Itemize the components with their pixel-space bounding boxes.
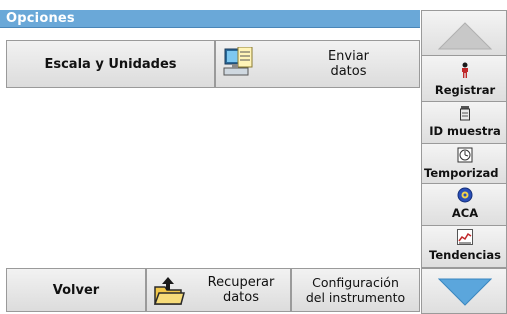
send-data-label: Enviar datos	[327, 49, 370, 79]
instrument-config-label: Configuración del instrumento	[305, 275, 406, 305]
sidebar-item-temporizador[interactable]: Temporizad	[421, 144, 507, 184]
back-button[interactable]: Volver	[6, 268, 146, 312]
scale-units-label: Escala y Unidades	[44, 56, 177, 72]
sidebar-item-label: Tendencias	[429, 248, 501, 262]
window-title: Opciones	[6, 11, 75, 26]
scale-units-button[interactable]: Escala y Unidades	[6, 40, 215, 88]
arrow-up-icon	[438, 22, 492, 50]
sidebar-item-tendencias[interactable]: Tendencias	[421, 226, 507, 268]
instrument-config-button[interactable]: Configuración del instrumento	[291, 268, 420, 312]
folder-upload-icon	[153, 277, 185, 305]
sidebar-item-label: Registrar	[434, 83, 496, 97]
options-screen: Opciones Escala y Unidades Enviar datos …	[0, 0, 507, 314]
back-label: Volver	[52, 282, 100, 298]
computer-icon	[223, 47, 253, 76]
work-area	[6, 88, 420, 268]
sidebar-item-label: Temporizad	[424, 166, 499, 180]
sidebar-item-aca[interactable]: ACA	[421, 184, 507, 226]
arrow-down-icon	[438, 278, 492, 306]
person-icon	[462, 62, 468, 78]
sidebar-item-registrar[interactable]: Registrar	[421, 56, 507, 102]
sidebar-item-label: ACA	[451, 206, 479, 220]
title-bar: Opciones	[0, 10, 420, 28]
sidebar-item-label: ID muestra	[429, 124, 501, 138]
sample-bottle-icon	[460, 106, 470, 121]
trend-chart-icon	[457, 229, 473, 245]
recover-data-button[interactable]: Recuperar datos	[146, 268, 291, 312]
timer-icon	[457, 147, 473, 163]
sidebar-item-id-muestra[interactable]: ID muestra	[421, 102, 507, 144]
send-data-button[interactable]: Enviar datos	[215, 40, 420, 88]
scroll-up-button[interactable]	[421, 10, 507, 56]
sidebar: Registrar ID muestra Temporizad ACA Tend…	[421, 10, 507, 314]
recover-data-label: Recuperar datos	[207, 275, 275, 305]
aca-icon	[457, 187, 473, 203]
scroll-down-button[interactable]	[421, 268, 507, 314]
